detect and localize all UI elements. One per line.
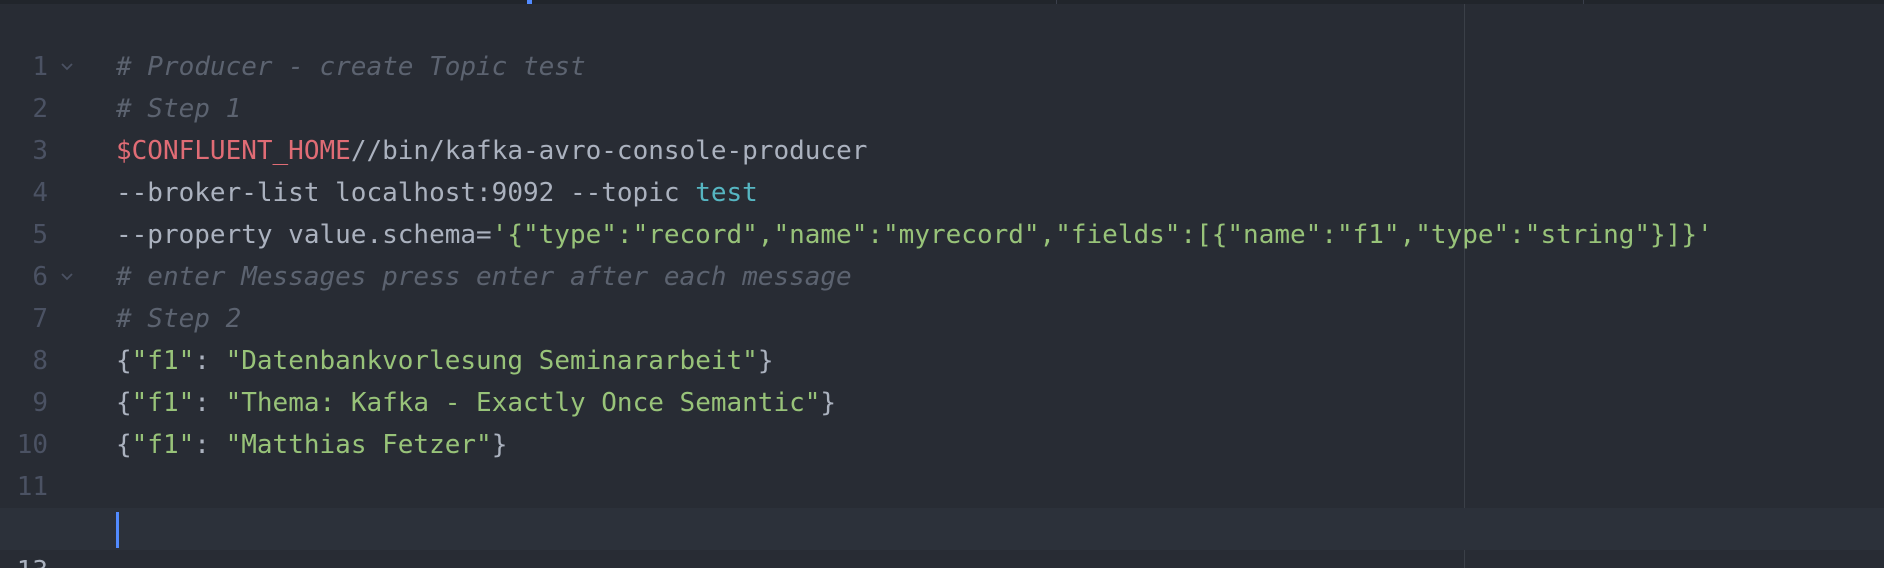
brace-token: { (116, 346, 132, 376)
code-line[interactable]: 3 # Step 1 (0, 88, 1884, 166)
code-line[interactable]: 2 # Producer - create Topic test (0, 46, 1884, 124)
code-line[interactable]: 11 {"f1": "Matthias Fetzer"} (0, 424, 1884, 502)
colon-token: : (194, 388, 226, 418)
code-line[interactable]: 4 $CONFLUENT_HOME//bin/kafka-avro-consol… (0, 130, 1884, 208)
code-content: {"f1": "Thema: Kafka - Exactly Once Sema… (116, 382, 836, 424)
comment-token: # enter Messages press enter after each … (116, 262, 852, 292)
comment-token: # Step 1 (116, 94, 242, 124)
code-content: {"f1": "Matthias Fetzer"} (116, 424, 507, 466)
code-line[interactable]: 7 # enter Messages press enter after eac… (0, 256, 1884, 334)
code-content: --broker-list localhost:9092 --topic tes… (116, 172, 758, 214)
code-content: {"f1": "Datenbankvorlesung Seminararbeit… (116, 340, 773, 382)
code-editor[interactable]: 1 2 # Producer - create Topic test 3 # S… (0, 0, 1884, 568)
highlight-token: test (695, 178, 758, 208)
code-line[interactable]: 10 {"f1": "Thema: Kafka - Exactly Once S… (0, 382, 1884, 460)
key-token: "f1" (131, 388, 195, 418)
text-token: --broker-list localhost:9092 --topic (116, 178, 696, 208)
code-content: --property value.schema='{"type":"record… (116, 214, 1713, 256)
brace-token: } (491, 430, 508, 460)
key-token: "f1" (131, 430, 195, 460)
code-content: # Step 1 (116, 88, 241, 130)
variable-token: $CONFLUENT_HOME (116, 136, 351, 166)
brace-token: } (757, 346, 774, 376)
string-token: "Thema: Kafka - Exactly Once Semantic" (225, 388, 821, 418)
colon-token: : (194, 346, 226, 376)
brace-token: { (116, 430, 132, 460)
comment-token: # Step 2 (116, 304, 242, 334)
string-token: '{"type":"record","name":"myrecord","fie… (491, 220, 1713, 250)
code-line[interactable]: 12 (0, 466, 1884, 544)
code-content: # Step 2 (116, 298, 241, 340)
string-token: "Datenbankvorlesung Seminararbeit" (225, 346, 758, 376)
code-line[interactable]: 5 --broker-list localhost:9092 --topic t… (0, 172, 1884, 250)
brace-token: { (116, 388, 132, 418)
code-line[interactable]: 8 # Step 2 (0, 298, 1884, 376)
code-content: # enter Messages press enter after each … (116, 256, 852, 298)
editor-lines[interactable]: 1 2 # Producer - create Topic test 3 # S… (0, 4, 1884, 568)
key-token: "f1" (131, 346, 195, 376)
chevron-down-icon[interactable] (58, 256, 76, 298)
code-line[interactable]: 6 --property value.schema='{"type":"reco… (0, 214, 1884, 292)
line-number: 13 (0, 550, 48, 568)
code-line[interactable]: 1 (0, 4, 1884, 82)
colon-token: : (194, 430, 226, 460)
brace-token: } (820, 388, 837, 418)
code-content: $CONFLUENT_HOME//bin/kafka-avro-console-… (116, 130, 867, 172)
chevron-down-icon[interactable] (58, 46, 76, 88)
text-token: //bin/kafka-avro-console-producer (350, 136, 868, 166)
code-content: # Producer - create Topic test (116, 46, 586, 88)
text-token: --property value.schema= (116, 220, 492, 250)
code-line[interactable]: 9 {"f1": "Datenbankvorlesung Seminararbe… (0, 340, 1884, 418)
text-cursor (116, 512, 119, 548)
comment-token: # Producer - create Topic test (116, 52, 586, 82)
string-token: "Matthias Fetzer" (225, 430, 492, 460)
current-code-line[interactable]: 13 (0, 508, 1884, 568)
